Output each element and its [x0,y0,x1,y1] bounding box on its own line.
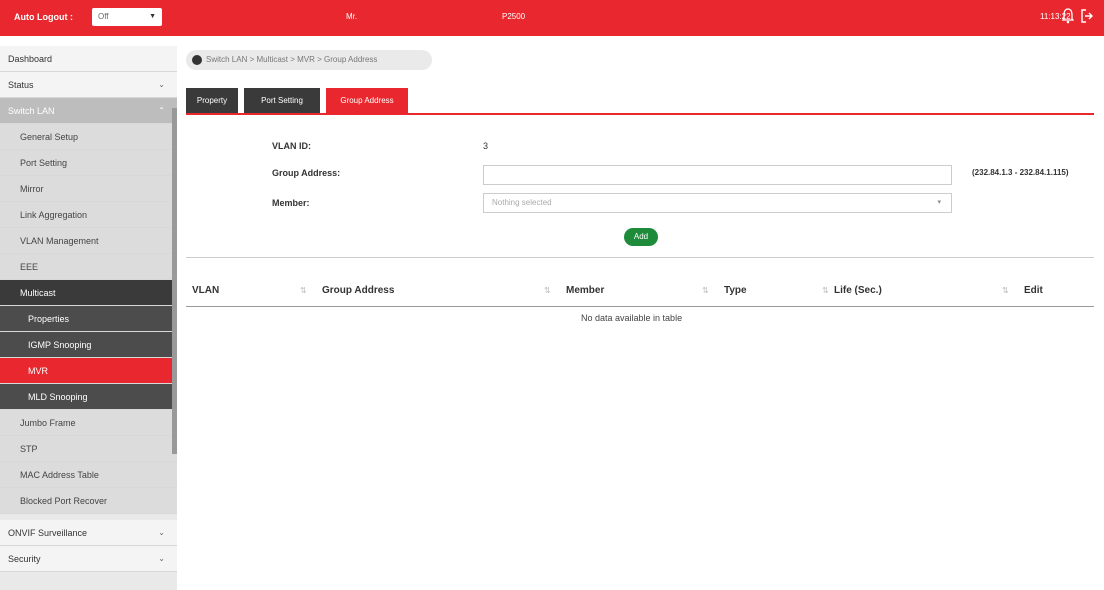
sort-icon[interactable]: ⇅ [544,286,551,295]
sidebar-item-security[interactable]: Security ⌄ [0,546,177,572]
sidebar-scrollbar[interactable] [172,108,177,454]
sidebar-item-link-aggregation[interactable]: Link Aggregation [0,202,177,228]
column-header-type[interactable]: Type [724,285,747,296]
model-name: Mr. [346,12,358,21]
vlan-id-label: VLAN ID: [272,141,311,151]
sidebar-item-igmp-snooping[interactable]: IGMP Snooping [0,332,177,358]
sidebar-item-stp[interactable]: STP [0,436,177,462]
chevron-down-icon: ⌄ [158,528,165,537]
home-icon [192,55,202,65]
top-bar: Auto Logout : Off ▼ Mr. P2500 11:13:22 [0,0,1104,36]
bell-icon[interactable] [1062,8,1074,24]
tab-underline [186,113,1094,115]
tab-property[interactable]: Property [186,88,238,114]
column-header-edit[interactable]: Edit [1024,285,1043,296]
sort-icon[interactable]: ⇅ [1002,286,1009,295]
breadcrumb-text: Switch LAN > Multicast > MVR > Group Add… [206,55,378,64]
breadcrumb: Switch LAN > Multicast > MVR > Group Add… [186,50,432,70]
sidebar-item-jumbo-frame[interactable]: Jumbo Frame [0,410,177,436]
sidebar-item-status[interactable]: Status ⌄ [0,72,177,98]
column-header-vlan[interactable]: VLAN [192,285,219,296]
member-placeholder: Nothing selected [492,198,552,207]
group-address-range-hint: (232.84.1.3 - 232.84.1.115) [972,168,1069,177]
auto-logout-label: Auto Logout : [14,12,73,22]
sidebar-item-mac-address-table[interactable]: MAC Address Table [0,462,177,488]
chevron-up-icon: ⌃ [158,106,165,115]
product-name: P2500 [502,12,526,21]
chevron-down-icon: ▼ [149,13,156,20]
vlan-id-value: 3 [483,141,489,151]
column-header-life[interactable]: Life (Sec.) [834,285,882,296]
tab-port-setting[interactable]: Port Setting [244,88,320,114]
chevron-down-icon: ⌄ [158,80,165,89]
sidebar-item-multicast[interactable]: Multicast [0,280,177,306]
auto-logout-select[interactable]: Off ▼ [92,8,162,26]
add-button[interactable]: Add [624,228,658,246]
sort-icon[interactable]: ⇅ [822,286,829,295]
divider [186,257,1094,258]
member-select[interactable]: Nothing selected ▾ [483,193,952,213]
sidebar-item-mirror[interactable]: Mirror [0,176,177,202]
table-header-line [186,306,1094,307]
sort-icon[interactable]: ⇅ [702,286,709,295]
sidebar-item-onvif-surveillance[interactable]: ONVIF Surveillance ⌄ [0,520,177,546]
tab-group-address[interactable]: Group Address [326,88,408,114]
chevron-down-icon: ▾ [937,199,941,206]
sidebar-item-dashboard[interactable]: Dashboard [0,46,177,72]
logout-icon[interactable] [1080,8,1094,24]
auto-logout-value: Off [98,12,109,21]
sidebar-item-mvr[interactable]: MVR [0,358,177,384]
member-label: Member: [272,198,310,208]
sidebar-item-eee[interactable]: EEE [0,254,177,280]
sidebar-item-port-setting[interactable]: Port Setting [0,150,177,176]
sidebar-item-blocked-port-recover[interactable]: Blocked Port Recover [0,488,177,514]
sidebar-item-mld-snooping[interactable]: MLD Snooping [0,384,177,410]
chevron-down-icon: ⌄ [158,554,165,563]
column-header-member[interactable]: Member [566,285,604,296]
sidebar-item-switch-lan[interactable]: Switch LAN ⌃ [0,98,177,124]
group-address-label: Group Address: [272,168,341,178]
sidebar-item-vlan-management[interactable]: VLAN Management [0,228,177,254]
sidebar-item-general-setup[interactable]: General Setup [0,124,177,150]
sidebar: Dashboard Status ⌄ Switch LAN ⌃ General Se… [0,46,177,590]
empty-table-message: No data available in table [581,313,683,323]
group-address-input[interactable] [483,165,952,185]
column-header-group-address[interactable]: Group Address [322,285,394,296]
sort-icon[interactable]: ⇅ [300,286,307,295]
sidebar-item-properties[interactable]: Properties [0,306,177,332]
